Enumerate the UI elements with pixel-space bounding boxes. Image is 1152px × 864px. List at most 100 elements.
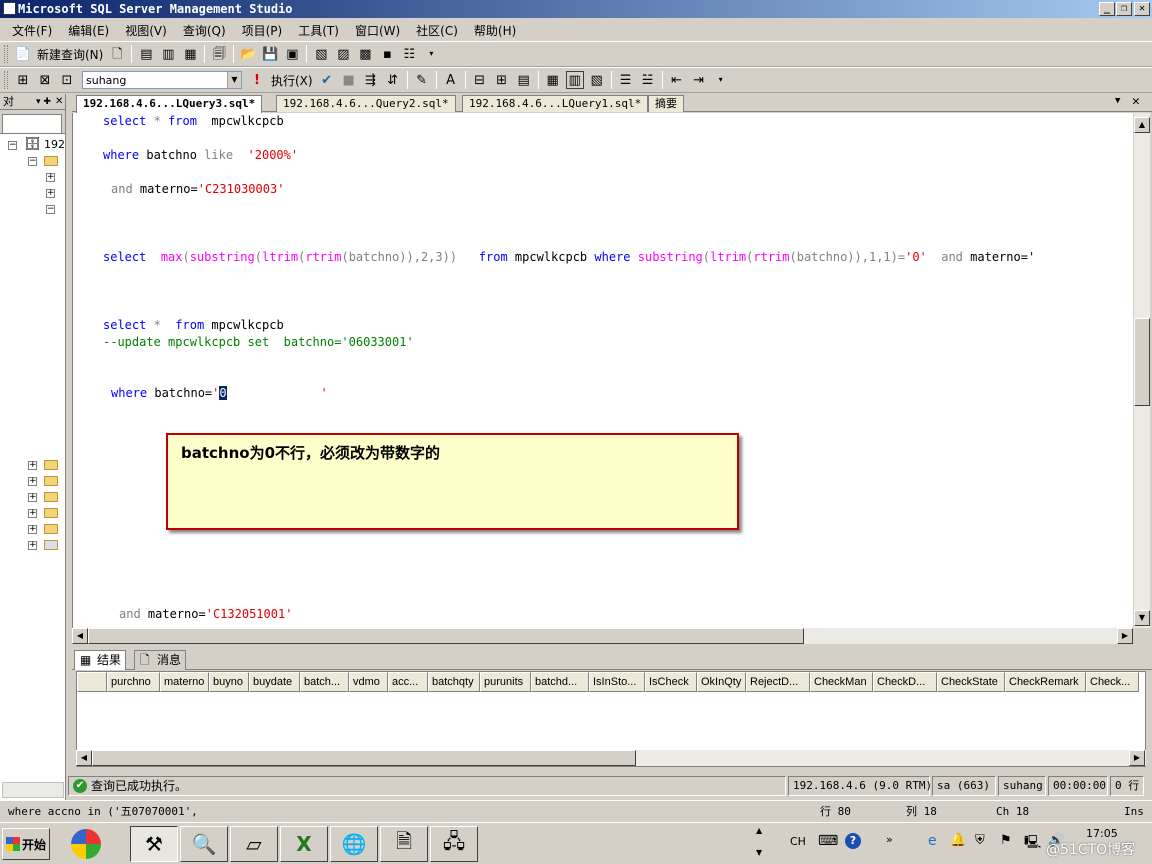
column-header[interactable]: purunits [480, 672, 531, 692]
object-explorer-icon[interactable]: ▨ [334, 45, 352, 63]
results-file2-icon[interactable]: ▧ [588, 71, 606, 89]
solution-explorer-icon[interactable]: ▪ [378, 45, 396, 63]
tree-expander[interactable]: + [28, 477, 37, 486]
column-header[interactable]: CheckRemark [1005, 672, 1086, 692]
menu-file[interactable]: 文件(F) [4, 22, 60, 39]
results-file-icon[interactable]: ▥ [565, 71, 584, 89]
connect-icon[interactable]: ⊞ [14, 71, 32, 89]
hscroll-thumb[interactable] [88, 628, 804, 644]
scroll-left-icon[interactable]: ◀ [72, 628, 88, 644]
close-button[interactable]: ✕ [1134, 2, 1150, 16]
menu-community[interactable]: 社区(C) [408, 22, 466, 39]
increase-indent-icon[interactable]: ⇥ [690, 71, 708, 89]
uncomment-icon[interactable]: ☱ [639, 71, 657, 89]
tab-results[interactable]: ▦ 结果 [74, 650, 127, 670]
db-engine-query-icon[interactable]: ▤ [137, 45, 155, 63]
column-header[interactable]: acc... [388, 672, 428, 692]
specify-values-icon[interactable]: ✎ [413, 71, 431, 89]
tree-expander[interactable]: − [28, 157, 37, 166]
column-header[interactable]: batch... [300, 672, 349, 692]
scroll-left-icon[interactable]: ◀ [76, 750, 92, 766]
database-select[interactable]: suhang ▼ [82, 71, 242, 89]
taskbar-scroll-up-icon[interactable]: ▲ [756, 826, 762, 835]
sql-editor[interactable]: select * from mpcwlkcpcb where batchno l… [72, 113, 1133, 628]
column-header[interactable]: OkInQty [697, 672, 746, 692]
new-file-icon[interactable]: 🗋 [108, 45, 126, 63]
minimize-button[interactable]: _ [1099, 2, 1115, 16]
menu-edit[interactable]: 编辑(E) [60, 22, 117, 39]
taskbar-ssms-icon[interactable]: ⚒ [130, 826, 178, 862]
column-header[interactable]: Check... [1086, 672, 1139, 692]
cancel-query-icon[interactable]: ■ [340, 71, 358, 89]
tree-expander[interactable]: + [46, 173, 55, 182]
tab-query3[interactable]: 192.168.4.6...LQuery3.sql* [76, 95, 263, 113]
tree-expander[interactable]: − [46, 205, 55, 214]
menu-view[interactable]: 视图(V) [117, 22, 175, 39]
execute-icon[interactable]: ! [248, 71, 266, 89]
row-selector-header[interactable] [77, 672, 107, 692]
input-language[interactable]: CH [790, 835, 806, 848]
column-header[interactable]: vdmo [349, 672, 388, 692]
column-header[interactable]: buydate [249, 672, 300, 692]
new-query-button[interactable]: 新建查询(N) [37, 46, 103, 63]
tray-bell-icon[interactable]: 🔔 [950, 833, 966, 848]
left-hscroll[interactable] [2, 782, 64, 798]
display-plan-icon[interactable]: ⇶ [362, 71, 380, 89]
tab-summary[interactable]: 摘要 [648, 95, 684, 112]
tree-expander[interactable]: + [28, 493, 37, 502]
scroll-thumb[interactable] [1134, 318, 1150, 406]
tab-list-dropdown-icon[interactable]: ▼ [1115, 96, 1120, 106]
analysis-query-icon[interactable]: ▥ [159, 45, 177, 63]
quicklaunch-browser-icon[interactable] [62, 826, 110, 862]
column-header[interactable]: CheckD... [873, 672, 937, 692]
tab-query1[interactable]: 192.168.4.6...LQuery1.sql* [462, 95, 649, 112]
connect-dropdown[interactable] [2, 114, 62, 134]
tree-expander[interactable]: − [8, 141, 17, 150]
menu-window[interactable]: 窗口(W) [347, 22, 408, 39]
grid-hscroll-thumb[interactable] [92, 750, 636, 766]
tree-expander[interactable]: + [28, 509, 37, 518]
column-header[interactable]: RejectD... [746, 672, 810, 692]
start-button[interactable]: 开始 [2, 828, 50, 860]
include-plan-icon[interactable]: ⊟ [471, 71, 489, 89]
tree-expander[interactable]: + [28, 541, 37, 550]
tray-ie-icon[interactable]: e [928, 833, 937, 849]
scroll-down-icon[interactable]: ▼ [1134, 610, 1150, 626]
tree-root-label[interactable]: 192 [44, 138, 65, 151]
column-header[interactable]: CheckMan [810, 672, 873, 692]
parse-check-icon[interactable]: ✔ [318, 71, 336, 89]
open-folder-icon[interactable]: 📂 [239, 45, 257, 63]
taskbar-globe-icon[interactable]: 🌐 [330, 826, 378, 862]
keyboard-icon[interactable]: ⌨ [818, 833, 838, 849]
column-header[interactable]: batchd... [531, 672, 589, 692]
tree-expander[interactable]: + [28, 461, 37, 470]
save-icon[interactable]: 💾 [261, 45, 279, 63]
menu-help[interactable]: 帮助(H) [466, 22, 524, 39]
tab-query2[interactable]: 192.168.4.6...Query2.sql* [276, 95, 456, 112]
menu-tools[interactable]: 工具(T) [290, 22, 347, 39]
tray-network-icon[interactable]: 🖳 [1024, 833, 1041, 855]
template-explorer-icon[interactable]: ▩ [356, 45, 374, 63]
pin-icon[interactable]: ▾ ✚ [36, 94, 51, 110]
change-connection-icon[interactable]: ⊡ [58, 71, 76, 89]
help-icon[interactable]: ? [845, 833, 861, 849]
taskbar-notepad-icon[interactable]: ▱ [230, 826, 278, 862]
toolbar-overflow-icon[interactable]: ▾ [422, 45, 440, 63]
editor-horizontal-scrollbar[interactable]: ◀ ▶ [72, 628, 1133, 644]
taskbar-excel-icon[interactable]: X [280, 826, 328, 862]
menu-project[interactable]: 项目(P) [234, 22, 291, 39]
comment-icon[interactable]: ☰ [617, 71, 635, 89]
registered-servers-icon[interactable]: ▧ [312, 45, 330, 63]
toolbar-grip[interactable] [4, 45, 8, 63]
decrease-indent-icon[interactable]: ⇤ [668, 71, 686, 89]
column-header[interactable]: batchqty [428, 672, 480, 692]
execute-button[interactable]: 执行(X) [271, 72, 313, 89]
results-text-icon[interactable]: ▤ [515, 71, 533, 89]
tray-flag-icon[interactable]: ⚑ [1000, 833, 1012, 848]
tree-expander[interactable]: + [28, 525, 37, 534]
properties-icon[interactable]: ☷ [400, 45, 418, 63]
column-header[interactable]: materno [160, 672, 209, 692]
save-all-icon[interactable]: ▣ [283, 45, 301, 63]
tray-expand-icon[interactable]: » [886, 833, 893, 846]
taskbar-scroll-down-icon[interactable]: ▼ [756, 848, 762, 857]
